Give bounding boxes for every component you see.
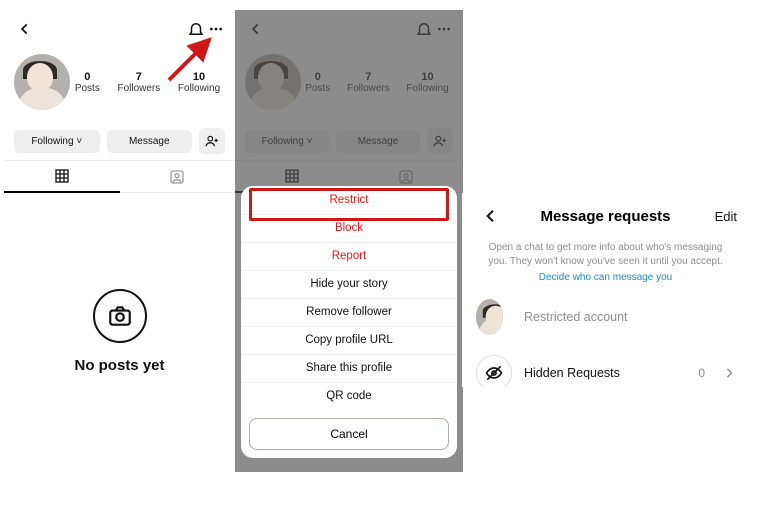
hidden-count: 0 [698, 366, 705, 380]
hidden-label: Hidden Requests [524, 366, 686, 380]
stat-posts[interactable]: 0Posts [75, 71, 100, 94]
empty-text: No posts yet [4, 357, 235, 374]
profile-action-row: Following ˅ Message [4, 120, 235, 160]
cancel-button[interactable]: Cancel [249, 418, 449, 450]
option-copy-url[interactable]: Copy profile URL [241, 326, 457, 354]
message-button[interactable]: Message [107, 130, 193, 153]
profile-tabs [4, 160, 235, 193]
option-block[interactable]: Block [241, 214, 457, 242]
more-options-icon[interactable] [207, 18, 225, 40]
eye-off-icon [476, 355, 512, 388]
stat-following[interactable]: 10Following [178, 71, 220, 94]
back-icon[interactable] [14, 18, 36, 40]
restricted-row[interactable]: Restricted account [462, 289, 749, 345]
message-requests-screen: Message requests Edit Open a chat to get… [462, 193, 749, 387]
restricted-label: Restricted account [524, 310, 735, 324]
profile-summary: 0Posts 7Followers 10Following [4, 48, 235, 120]
option-restrict[interactable]: Restrict [241, 186, 457, 214]
option-share-profile[interactable]: Share this profile [241, 354, 457, 382]
edit-button[interactable]: Edit [703, 209, 737, 224]
topbar [4, 10, 235, 48]
tab-grid[interactable] [4, 161, 120, 193]
option-report[interactable]: Report [241, 242, 457, 270]
add-user-button[interactable] [199, 128, 225, 154]
hidden-requests-row[interactable]: Hidden Requests 0 [462, 345, 749, 388]
back-icon[interactable] [474, 205, 508, 227]
camera-icon [93, 289, 147, 343]
option-hide-story[interactable]: Hide your story [241, 270, 457, 298]
notifications-icon[interactable] [185, 18, 207, 40]
options-sheet: Restrict Block Report Hide your story Re… [241, 186, 457, 458]
profile-menu-screen: 0Posts 7Followers 10Following Following … [235, 10, 463, 472]
tab-tagged[interactable] [120, 161, 236, 193]
profile-screen: 0Posts 7Followers 10Following Following … [4, 10, 235, 472]
following-button[interactable]: Following ˅ [14, 130, 100, 153]
decide-link[interactable]: Decide who can message you [482, 271, 729, 285]
helper-text: Open a chat to get more info about who's… [462, 241, 749, 289]
chevron-right-icon [723, 367, 735, 379]
stat-followers[interactable]: 7Followers [117, 71, 160, 94]
page-title: Message requests [508, 208, 703, 225]
profile-avatar[interactable] [14, 54, 70, 110]
option-qr-code[interactable]: QR code [241, 382, 457, 410]
option-remove-follower[interactable]: Remove follower [241, 298, 457, 326]
empty-state: No posts yet [4, 193, 235, 374]
header: Message requests Edit [462, 193, 749, 241]
avatar [476, 299, 503, 335]
